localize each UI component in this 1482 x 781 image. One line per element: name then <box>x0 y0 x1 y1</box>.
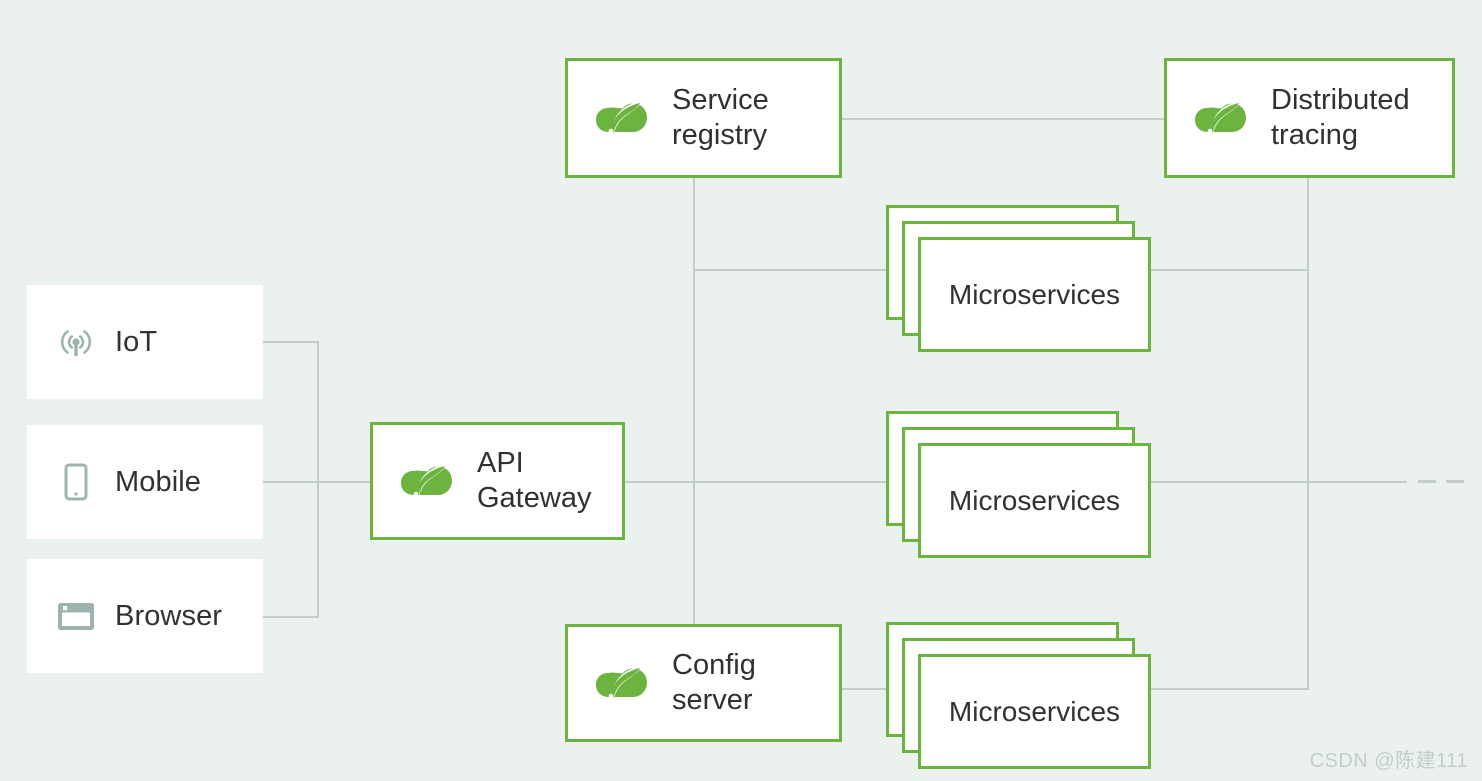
continuation-dash-2 <box>1446 480 1464 483</box>
node-label-api-gateway: API Gateway <box>477 446 592 514</box>
client-label-mobile: Mobile <box>115 465 202 498</box>
node-label-distributed-tracing: Distributed tracing <box>1271 83 1410 151</box>
microservices-label: Microservices <box>948 484 1121 516</box>
microservices-card-front[interactable]: Microservices <box>918 654 1151 769</box>
connector-client-bracket-vertical <box>317 341 319 618</box>
node-api-gateway[interactable]: API Gateway <box>370 422 625 540</box>
node-service-registry[interactable]: Service registry <box>565 58 842 178</box>
microservices-stack-middle[interactable]: Microservices <box>886 411 1151 558</box>
spring-logo-icon <box>399 456 455 506</box>
microservices-card-front[interactable]: Microservices <box>918 237 1151 352</box>
microservices-label: Microservices <box>948 695 1121 727</box>
connector-tracing-vertical <box>1307 175 1309 689</box>
node-config-server[interactable]: Config server <box>565 624 842 742</box>
connector-tracing-to-microservices-bottom <box>1145 688 1309 690</box>
spring-logo-icon <box>594 93 650 143</box>
connector-tracing-to-microservices-middle <box>1145 481 1309 483</box>
client-box-iot[interactable]: IoT <box>27 285 263 399</box>
continuation-dash-1 <box>1418 480 1436 483</box>
csdn-watermark: CSDN @陈建111 <box>1309 750 1468 772</box>
connector-tracing-to-microservices-top <box>1145 269 1309 271</box>
architecture-diagram: IoT Mobile Browser Service registry Dist… <box>0 0 1482 781</box>
connector-right-continuation <box>1307 481 1407 483</box>
client-label-iot: IoT <box>115 325 158 358</box>
connector-central-trunk-vertical <box>693 175 695 627</box>
connector-registry-to-tracing <box>842 118 1166 120</box>
microservices-card-front[interactable]: Microservices <box>918 443 1151 558</box>
microservices-label: Microservices <box>948 278 1121 310</box>
microservices-stack-top[interactable]: Microservices <box>886 205 1151 352</box>
spring-logo-icon <box>594 658 650 708</box>
connector-iot-to-bracket <box>263 341 319 343</box>
antenna-icon <box>53 319 99 365</box>
node-distributed-tracing[interactable]: Distributed tracing <box>1164 58 1455 178</box>
node-label-service-registry: Service registry <box>672 83 769 151</box>
node-label-config-server: Config server <box>672 648 756 716</box>
browser-window-icon <box>53 593 99 639</box>
microservices-stack-bottom[interactable]: Microservices <box>886 622 1151 769</box>
client-label-browser: Browser <box>115 599 223 632</box>
spring-logo-icon <box>1193 93 1249 143</box>
connector-bracket-to-api-gateway <box>317 481 373 483</box>
connector-browser-to-bracket <box>263 616 319 618</box>
client-box-browser[interactable]: Browser <box>27 559 263 673</box>
client-box-mobile[interactable]: Mobile <box>27 425 263 539</box>
connector-api-gateway-to-microservices-middle <box>625 481 893 483</box>
connector-mobile-to-bracket <box>263 481 319 483</box>
mobile-phone-icon <box>53 459 99 505</box>
connector-trunk-to-microservices-top <box>693 269 893 271</box>
